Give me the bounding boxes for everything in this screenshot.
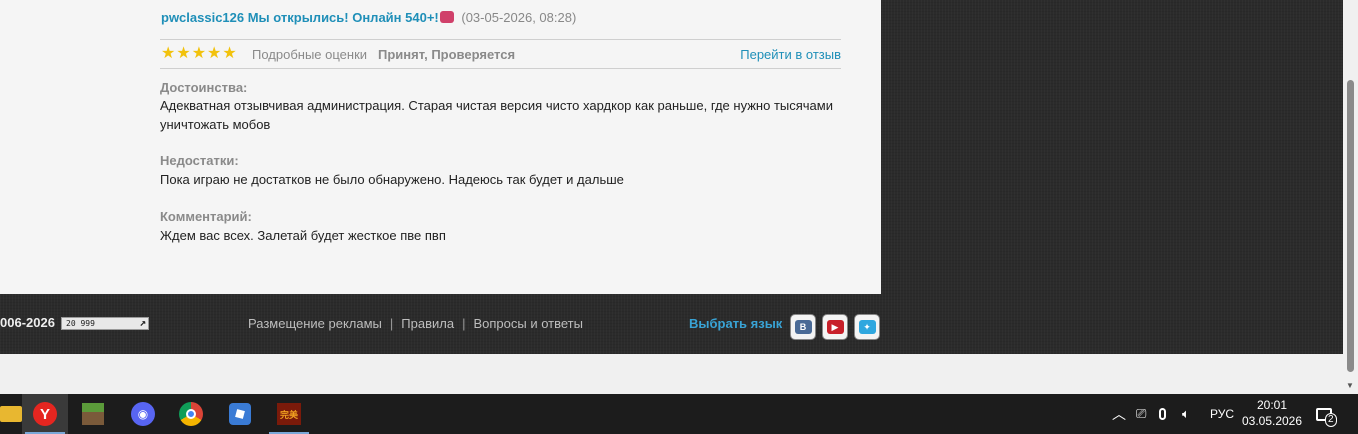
rating-bar: ★ ★ ★ ★ ★ Подробные оценки Принят, Прове… (160, 39, 841, 69)
scrollbar-thumb[interactable] (1347, 80, 1354, 372)
taskbar-clock[interactable]: 20:01 03.05.2026 (1240, 397, 1304, 429)
taskbar-app-yandex-browser[interactable]: Y (22, 394, 68, 434)
perfect-world-icon: 完美 (277, 403, 301, 425)
choose-language-link[interactable]: Выбрать язык (689, 316, 782, 331)
star-icon: ★ (161, 45, 176, 62)
taskbar-app-minecraft[interactable] (70, 394, 116, 434)
separator: | (462, 316, 466, 331)
pros-text: Адекватная отзывчивая администрация. Ста… (160, 98, 833, 132)
discord-icon: ◉ (131, 402, 155, 426)
review-header: pwclassic126 Мы открылись! Онлайн 540+! … (161, 10, 576, 25)
separator: | (389, 316, 394, 331)
tray-volume[interactable]: 🔈︎ (1182, 394, 1190, 434)
visit-counter[interactable]: 20 999 ↗ (61, 317, 149, 330)
site-footer: 006-2026 20 999 ↗ Размещение рекламы | Пра… (0, 294, 1343, 354)
footer-link-rules[interactable]: Правила (401, 316, 454, 331)
yandex-browser-icon: Y (33, 402, 57, 426)
copyright: 006-2026 (0, 315, 55, 330)
webcam-icon: ⎚ (1136, 406, 1147, 421)
vk-icon: В (794, 320, 812, 334)
roblox-icon (229, 403, 251, 425)
microphone-icon (1159, 408, 1166, 420)
comment-label: Комментарий: (160, 209, 252, 224)
star-icon: ★ (207, 45, 222, 62)
youtube-button[interactable]: ▶ (822, 314, 848, 340)
star-icon: ★ (176, 45, 191, 62)
minecraft-icon (82, 403, 104, 425)
vk-button[interactable]: В (790, 314, 816, 340)
show-hidden-icons[interactable]: ︿ (1112, 394, 1126, 434)
detailed-ratings-link[interactable]: Подробные оценки (252, 47, 367, 62)
taskbar-app-chrome[interactable] (168, 394, 214, 434)
footer-link-advertising[interactable]: Размещение рекламы (248, 316, 382, 331)
ribbon-emoji-icon (439, 11, 454, 23)
chrome-icon (179, 402, 203, 426)
tray-microphone[interactable] (1159, 394, 1166, 434)
vertical-scrollbar[interactable]: ▼ (1343, 0, 1358, 394)
cons-label: Недостатки: (160, 153, 239, 168)
twitter-button[interactable]: ✦ (854, 314, 880, 340)
cons-text: Пока играю не достатков не было обнаруже… (160, 172, 624, 187)
youtube-icon: ▶ (826, 320, 844, 334)
windows-taskbar: Y ◉ 完美 ︿ ⎚ 🔈︎ РУС 20:01 03.05.2026 2 (0, 394, 1358, 434)
review-status: Принят, Проверяется (378, 47, 516, 62)
scroll-down-arrow-icon[interactable]: ▼ (1346, 381, 1354, 390)
counter-value: 20 999 (66, 319, 95, 328)
review-author-link[interactable]: pwclassic126 Мы открылись! Онлайн 540+! (161, 10, 439, 25)
footer-links: Размещение рекламы | Правила | Вопросы и отв… (248, 316, 583, 331)
pros-label: Достоинства: (160, 80, 248, 95)
language-indicator: РУС (1210, 407, 1235, 421)
footer-link-faq[interactable]: Вопросы и ответы (473, 316, 582, 331)
tray-language[interactable]: РУС (1210, 394, 1234, 434)
notification-center-button[interactable]: 2 (1316, 394, 1337, 434)
twitter-icon: ✦ (858, 320, 876, 334)
page-bottom-strip (0, 354, 1343, 394)
chevron-up-icon: ︿ (1112, 406, 1126, 422)
clock-time: 20:01 (1256, 398, 1288, 412)
tray-meet-now[interactable]: ⎚ (1136, 394, 1146, 434)
taskbar-app-roblox[interactable] (217, 394, 263, 434)
star-icon: ★ (222, 45, 237, 62)
taskbar-app-discord[interactable]: ◉ (120, 394, 166, 434)
speaker-icon: 🔈︎ (1182, 406, 1190, 421)
notification-icon: 2 (1316, 407, 1337, 427)
review-panel: pwclassic126 Мы открылись! Онлайн 540+! … (0, 0, 881, 294)
taskbar-app-perfect-world[interactable]: 完美 (266, 394, 312, 434)
goto-review-link[interactable]: Перейти в отзыв (740, 47, 841, 62)
arrow-up-right-icon: ↗ (139, 316, 146, 329)
review-date: (03-05-2026, 08:28) (461, 10, 577, 25)
notification-count: 2 (1325, 412, 1337, 427)
file-explorer-icon (0, 406, 22, 422)
taskbar-app-file-explorer[interactable] (0, 394, 22, 434)
star-rating: ★ ★ ★ ★ ★ (161, 46, 237, 62)
star-icon: ★ (191, 45, 207, 62)
clock-date: 03.05.2026 (1241, 414, 1303, 428)
comment-text: Ждем вас всех. Залетай будет жесткое пве… (160, 228, 446, 243)
